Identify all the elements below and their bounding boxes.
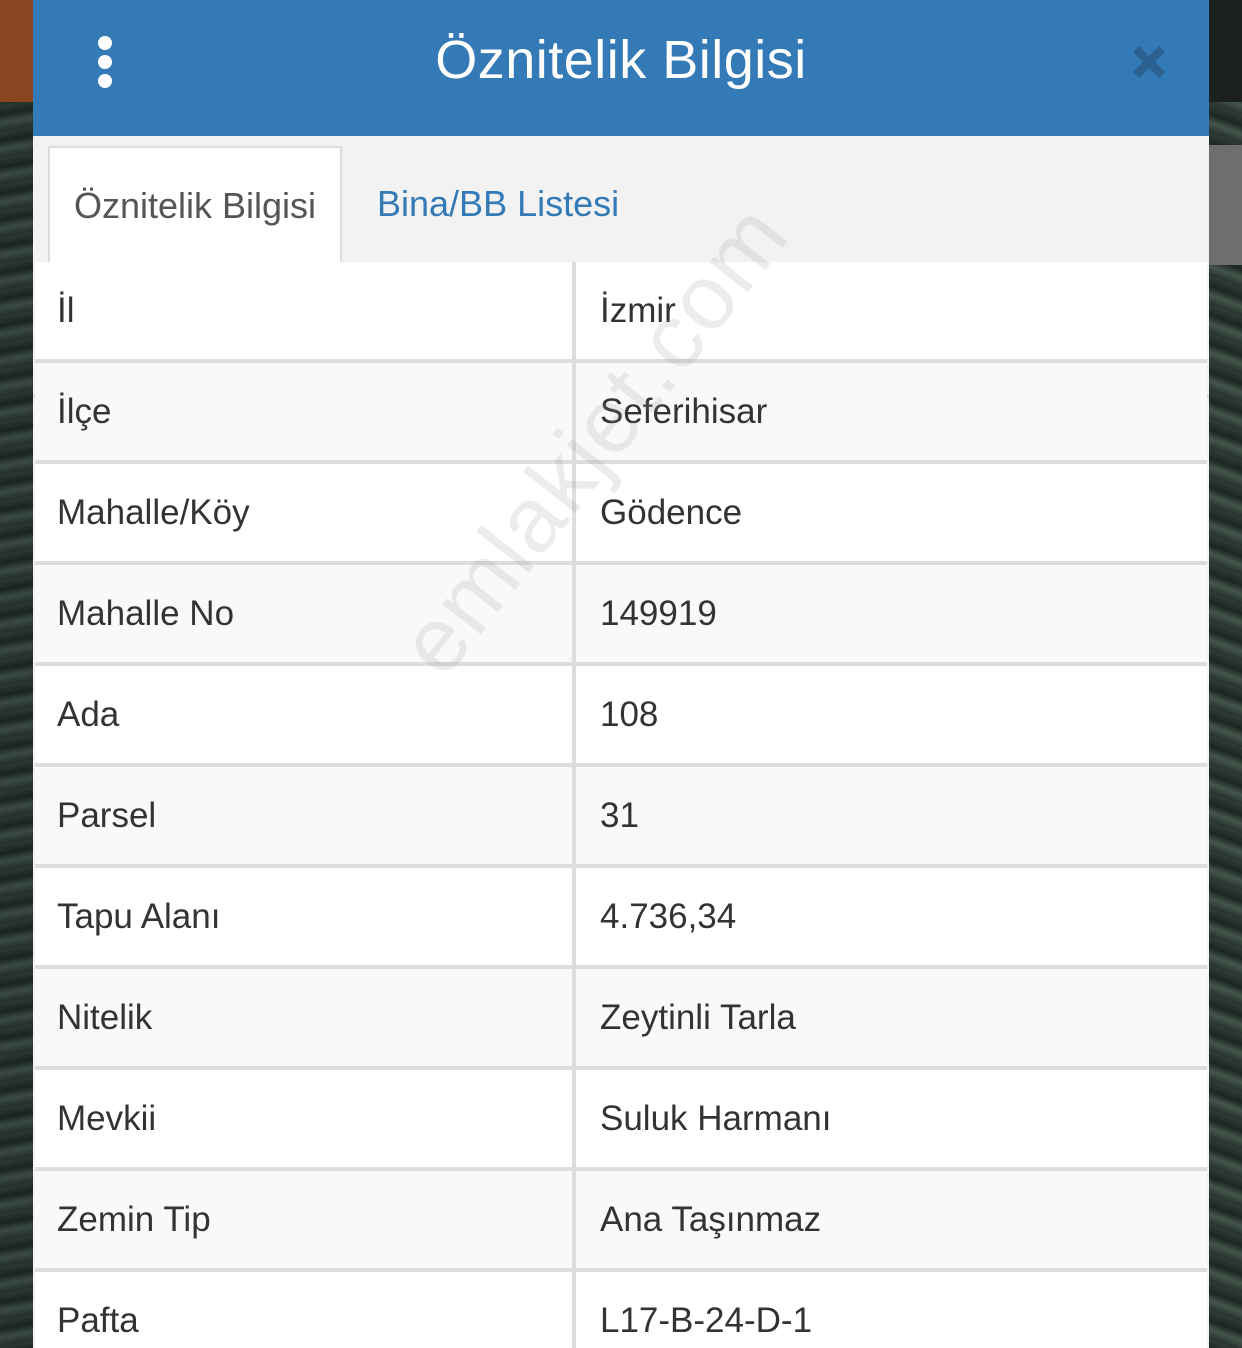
row-value: Gödence — [576, 464, 1207, 561]
row-label: İl — [35, 262, 576, 359]
row-value: 4.736,34 — [576, 868, 1207, 965]
attribute-table: İl İzmir İlçe Seferihisar Mahalle/Köy Gö… — [35, 262, 1207, 1348]
row-value: Seferihisar — [576, 363, 1207, 460]
table-row: Nitelik Zeytinli Tarla — [35, 969, 1207, 1070]
table-row: Mevkii Suluk Harmanı — [35, 1070, 1207, 1171]
table-row: Mahalle No 149919 — [35, 565, 1207, 666]
map-background-left-top — [0, 0, 34, 102]
more-vertical-icon[interactable] — [93, 36, 117, 88]
row-value: 149919 — [576, 565, 1207, 662]
row-label: Pafta — [35, 1272, 576, 1348]
row-label: Tapu Alanı — [35, 868, 576, 965]
tab-attribute-info[interactable]: Öznitelik Bilgisi — [48, 146, 342, 264]
table-row: Pafta L17-B-24-D-1 — [35, 1272, 1207, 1348]
table-row: İlçe Seferihisar — [35, 363, 1207, 464]
row-value: Ana Taşınmaz — [576, 1171, 1207, 1268]
tab-bar: Öznitelik Bilgisi Bina/BB Listesi — [33, 136, 1209, 398]
table-row: Zemin Tip Ana Taşınmaz — [35, 1171, 1207, 1272]
table-row: Ada 108 — [35, 666, 1207, 767]
table-row: İl İzmir — [35, 262, 1207, 363]
panel-title: Öznitelik Bilgisi — [435, 30, 807, 90]
row-value: Suluk Harmanı — [576, 1070, 1207, 1167]
row-label: Parsel — [35, 767, 576, 864]
row-label: Zemin Tip — [35, 1171, 576, 1268]
panel-header: Öznitelik Bilgisi — [33, 0, 1209, 136]
table-row: Tapu Alanı 4.736,34 — [35, 868, 1207, 969]
row-value: Zeytinli Tarla — [576, 969, 1207, 1066]
row-value: L17-B-24-D-1 — [576, 1272, 1207, 1348]
table-row: Parsel 31 — [35, 767, 1207, 868]
table-row: Mahalle/Köy Gödence — [35, 464, 1207, 565]
row-value: 31 — [576, 767, 1207, 864]
row-label: İlçe — [35, 363, 576, 460]
row-label: Ada — [35, 666, 576, 763]
row-value: 108 — [576, 666, 1207, 763]
scrollbar[interactable] — [1209, 145, 1242, 265]
row-value: İzmir — [576, 262, 1207, 359]
map-background-right-top — [1209, 0, 1242, 102]
row-label: Mahalle/Köy — [35, 464, 576, 561]
map-background-left — [0, 0, 34, 1348]
row-label: Mevkii — [35, 1070, 576, 1167]
close-icon[interactable] — [1127, 40, 1171, 84]
tab-building-list[interactable]: Bina/BB Listesi — [377, 146, 619, 262]
row-label: Nitelik — [35, 969, 576, 1066]
row-label: Mahalle No — [35, 565, 576, 662]
attribute-info-panel: Öznitelik Bilgisi Öznitelik Bilgisi Bina… — [33, 0, 1209, 1348]
